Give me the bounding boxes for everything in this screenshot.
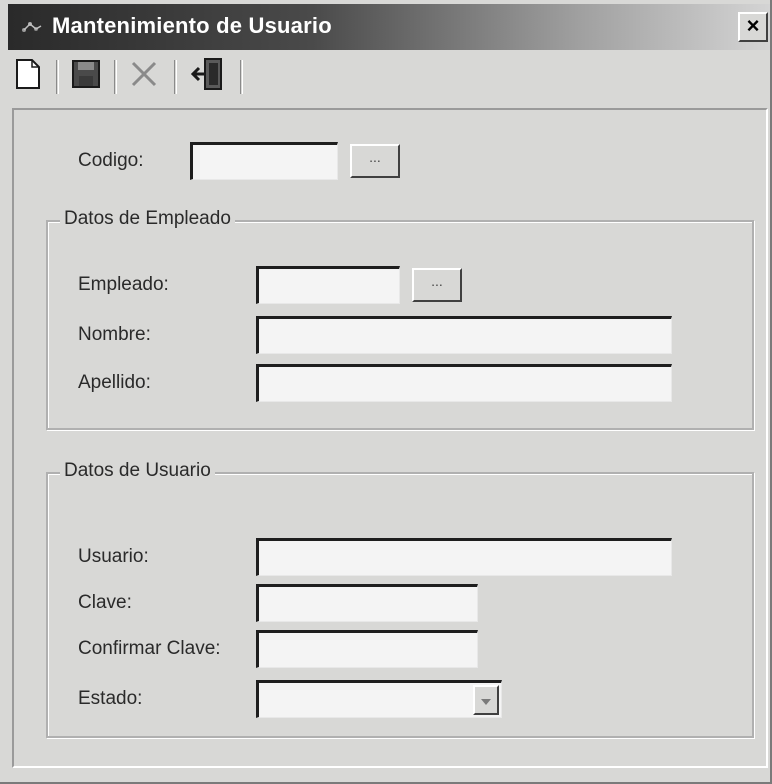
clave-input[interactable] <box>256 584 478 622</box>
confirmar-clave-input[interactable] <box>256 630 478 668</box>
estado-select[interactable] <box>256 680 502 718</box>
toolbar-separator <box>174 60 177 94</box>
toolbar-separator <box>240 60 243 94</box>
apellido-label: Apellido: <box>78 372 151 393</box>
delete-button[interactable] <box>124 56 164 96</box>
toolbar <box>8 52 768 102</box>
usuario-input[interactable] <box>256 538 672 576</box>
datos-empleado-group: Datos de Empleado Empleado: ... Nombre: … <box>46 208 754 430</box>
confirmar-clave-label: Confirmar Clave: <box>78 638 221 659</box>
codigo-label: Codigo: <box>78 150 144 171</box>
datos-usuario-title: Datos de Usuario <box>60 460 215 482</box>
datos-empleado-title: Datos de Empleado <box>60 208 235 230</box>
estado-dropdown-button[interactable] <box>473 685 499 715</box>
save-button[interactable] <box>66 56 106 96</box>
usuario-label: Usuario: <box>78 546 149 567</box>
exit-door-icon <box>190 57 225 96</box>
empleado-label: Empleado: <box>78 274 169 295</box>
new-document-icon <box>15 58 41 95</box>
form-panel: Codigo: ... Datos de Empleado Empleado: … <box>12 108 768 768</box>
save-disk-icon <box>71 59 101 94</box>
exit-button[interactable] <box>188 56 228 96</box>
toolbar-separator <box>56 60 59 94</box>
estado-label: Estado: <box>78 688 143 709</box>
codigo-input[interactable] <box>190 142 338 180</box>
toolbar-separator <box>114 60 117 94</box>
codigo-lookup-button[interactable]: ... <box>350 144 400 178</box>
close-button[interactable]: × <box>738 12 768 42</box>
nombre-input[interactable] <box>256 316 672 354</box>
empleado-input[interactable] <box>256 266 400 304</box>
nombre-label: Nombre: <box>78 324 151 345</box>
new-button[interactable] <box>8 56 48 96</box>
window-title: Mantenimiento de Usuario <box>52 13 332 38</box>
empleado-lookup-button[interactable]: ... <box>412 268 462 302</box>
title-bar: Mantenimiento de Usuario × <box>8 4 770 50</box>
dialog-window: Mantenimiento de Usuario × Codigo: ... D… <box>0 0 772 784</box>
app-icon <box>20 18 44 36</box>
apellido-input[interactable] <box>256 364 672 402</box>
chevron-down-icon <box>480 690 492 711</box>
clave-label: Clave: <box>78 592 132 613</box>
datos-usuario-group: Datos de Usuario Usuario: Clave: Confirm… <box>46 460 754 738</box>
delete-x-icon <box>130 60 158 93</box>
